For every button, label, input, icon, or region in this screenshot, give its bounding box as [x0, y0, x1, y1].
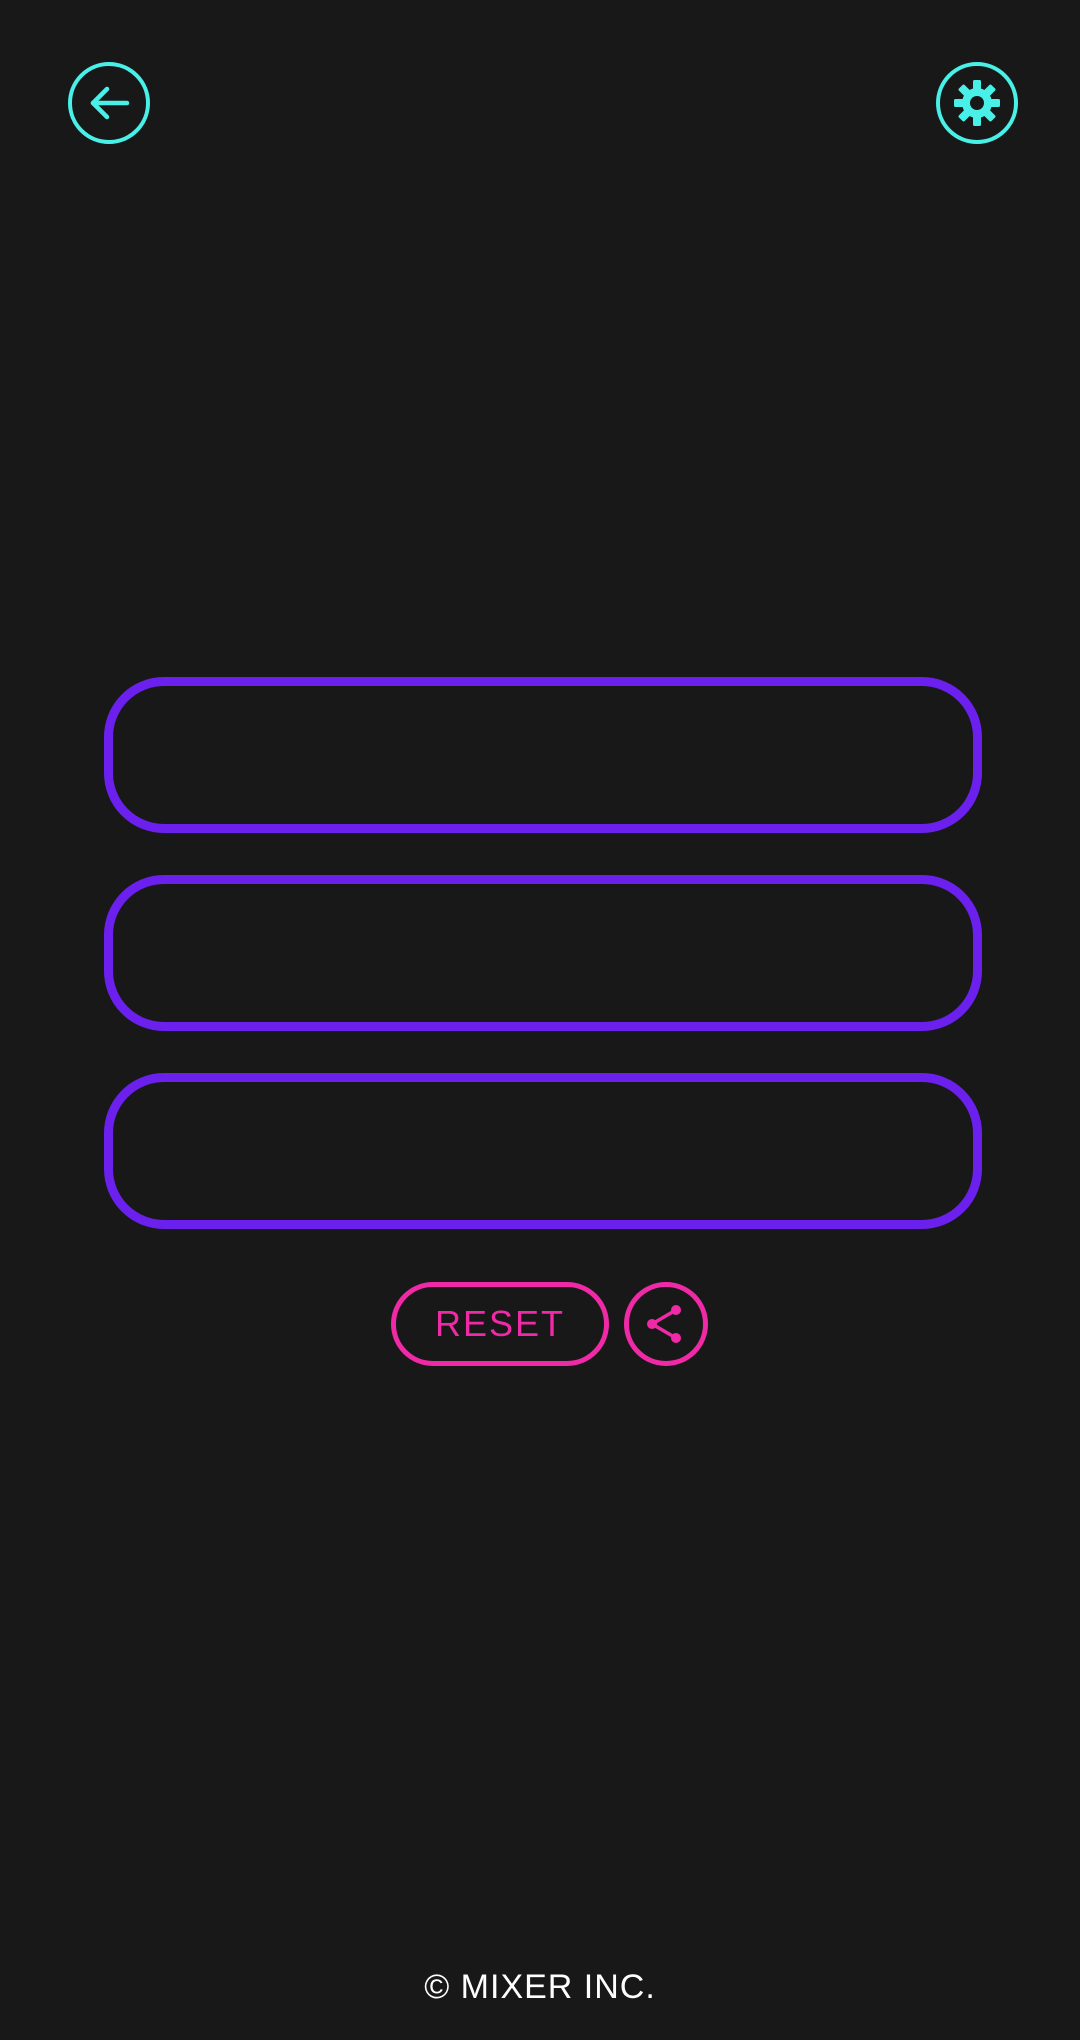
arrow-left-icon [90, 86, 130, 120]
back-button[interactable] [68, 62, 150, 144]
mixer-slot-3[interactable] [104, 1073, 982, 1229]
mixer-slot-1[interactable] [104, 677, 982, 833]
settings-button[interactable] [936, 62, 1018, 144]
mixer-slot-2[interactable] [104, 875, 982, 1031]
copyright-footer: © MIXER INC. [424, 1968, 656, 2006]
share-icon [647, 1305, 681, 1343]
reset-label: RESET [434, 1303, 566, 1344]
share-button[interactable] [624, 1282, 708, 1366]
app-screen: RESET © MIXER INC. [0, 0, 1080, 2040]
reset-button[interactable]: RESET [391, 1282, 609, 1366]
gear-icon [954, 80, 1000, 126]
